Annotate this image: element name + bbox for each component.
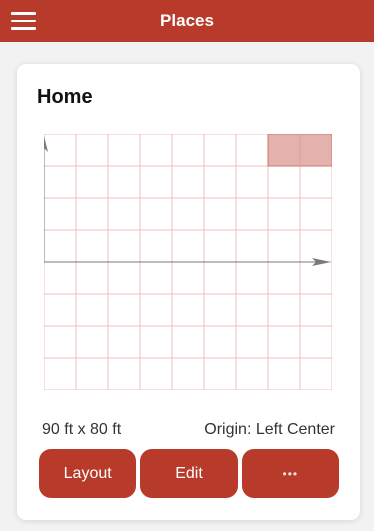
place-dimensions: 90 ft x 80 ft — [42, 421, 122, 438]
more-dots-icon: ••• — [282, 466, 299, 481]
floor-plan[interactable] — [44, 134, 332, 390]
highlighted-area[interactable] — [267, 134, 332, 167]
hamburger-menu-icon[interactable] — [11, 9, 41, 33]
place-origin: Origin: Left Center — [204, 421, 335, 438]
action-buttons: Layout Edit ••• — [39, 449, 339, 498]
more-options-button[interactable]: ••• — [241, 449, 339, 498]
place-title: Home — [37, 86, 93, 108]
place-card: Home 90 ft x 80 ft Origin: Left Center L… — [17, 64, 360, 520]
x-axis — [44, 258, 331, 266]
app-title: Places — [160, 11, 214, 30]
app-bar: Places — [0, 0, 374, 42]
edit-button[interactable]: Edit — [140, 449, 238, 498]
y-axis — [44, 136, 48, 262]
y-axis-arrow-icon — [44, 136, 48, 152]
layout-button[interactable]: Layout — [39, 449, 137, 498]
